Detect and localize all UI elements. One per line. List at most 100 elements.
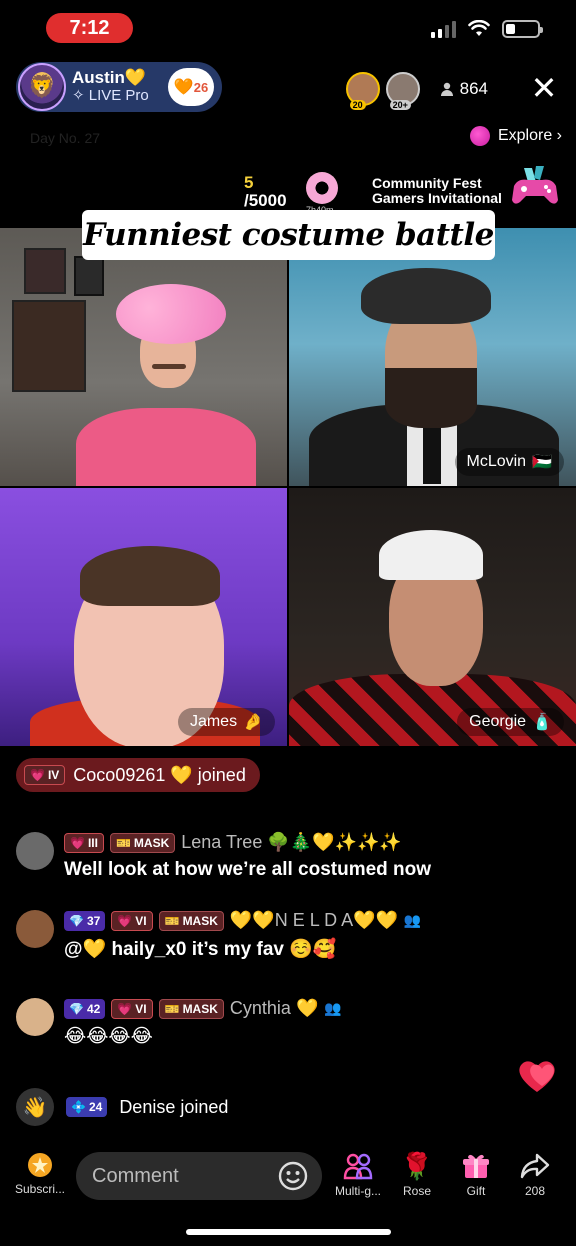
- white-cap: [379, 530, 483, 580]
- fest-line2: Gamers Invitational: [372, 189, 502, 206]
- gamepad-icon[interactable]: [510, 164, 560, 210]
- fan-level-badge: 💗 III: [64, 832, 104, 853]
- chat-message[interactable]: 💎 42 💗 VI 🎫 MASK Cynthia 💛 👥 😂😂😂😂: [16, 998, 556, 1048]
- fest-line1: Community Fest: [372, 175, 482, 191]
- status-icons: [431, 20, 543, 38]
- multi-guest-icon: [343, 1153, 373, 1180]
- battery-icon: [502, 20, 543, 38]
- heart-icon: 💗: [117, 1001, 133, 1016]
- viewer-list[interactable]: 20 20+ 864: [345, 72, 488, 110]
- battle-title: Funniest costume battle: [82, 210, 495, 260]
- follow-icon[interactable]: 👥: [404, 912, 421, 929]
- heart-count: 26: [193, 79, 209, 95]
- mask-badge: 🎫 MASK: [158, 998, 224, 1019]
- gem-icon: 💠: [71, 1100, 86, 1114]
- chat-message[interactable]: 💎 37 💗 VI 🎫 MASK 💛💛N E L D A💛💛 👥 @💛 haily_x…: [16, 910, 556, 961]
- day-label: Day No. 27: [30, 130, 101, 146]
- gem-icon: 💎: [69, 913, 84, 928]
- fan-level-badge: 💗 VI: [111, 998, 153, 1019]
- chat-message[interactable]: 💗 III 🎫 MASK Lena Tree 🌳🎄💛✨✨✨ Well look at…: [16, 832, 556, 881]
- joined-text: Denise joined: [119, 1096, 229, 1117]
- heart-icon: 💗: [117, 913, 133, 928]
- viewer-level-badge: 20+: [389, 100, 411, 110]
- gem-level-badge: 💎 37: [64, 910, 106, 931]
- bottom-action-bar: Subscri... Comment Multi-g... 🌹 Rose Gif…: [0, 1148, 576, 1208]
- subscribe-button[interactable]: Subscri...: [12, 1152, 68, 1196]
- goal-current: 5: [244, 173, 254, 192]
- heart-icon: 🧡: [173, 79, 194, 96]
- mask-icon: 🎫: [164, 913, 180, 928]
- participant-label[interactable]: James 🤌: [177, 708, 275, 736]
- top-viewer-avatar[interactable]: 20: [345, 72, 380, 110]
- heart-icon: 💗: [30, 768, 45, 782]
- mask-icon: 🎫: [115, 835, 131, 850]
- participant-label[interactable]: Georgie 🧴: [457, 708, 564, 736]
- host-name: Austin💛: [72, 68, 147, 88]
- mustache: [152, 364, 186, 369]
- video-tile-james[interactable]: James 🤌: [0, 488, 287, 746]
- goal-counter[interactable]: 5 /5000: [244, 174, 287, 210]
- poster-image: [24, 248, 66, 294]
- mask-badge: 🎫 MASK: [109, 832, 176, 853]
- signal-icon: [431, 20, 456, 38]
- commenter-avatar[interactable]: [16, 910, 54, 948]
- participant-flag-icon: 🇵🇸: [532, 454, 552, 471]
- viewer-level-badge: 20: [349, 100, 366, 110]
- message-text: @💛 haily_x0 it’s my fav ☺️🥰: [64, 939, 337, 960]
- share-count: 208: [524, 1184, 546, 1198]
- person-icon: [440, 82, 453, 96]
- subscribe-label: Subscri...: [14, 1182, 65, 1196]
- fan-level-badge: 💗 IV: [24, 765, 66, 785]
- host-heart-badge[interactable]: 🧡 26: [168, 68, 214, 106]
- heart-icon: 💗: [70, 835, 85, 850]
- viewer-count-value: 864: [459, 79, 488, 98]
- flat-cap: [361, 268, 491, 324]
- rose-label: Rose: [402, 1184, 431, 1198]
- message-text: Well look at how we’re all costumed now: [64, 859, 432, 880]
- goal-target: /5000: [244, 190, 287, 210]
- gem-level-badge: 💠 24: [66, 1097, 108, 1117]
- gift-button[interactable]: Gift: [448, 1152, 504, 1198]
- message-text: 😂😂😂😂: [64, 1026, 153, 1047]
- emoji-icon[interactable]: [278, 1161, 308, 1191]
- follow-icon[interactable]: 👥: [324, 1000, 341, 1017]
- gem-level-badge: 💎 42: [64, 998, 106, 1019]
- video-tile-georgie[interactable]: Georgie 🧴: [289, 488, 576, 746]
- gift-icon: [463, 1154, 489, 1178]
- star-icon: [28, 1153, 52, 1177]
- commenter-name[interactable]: Lena Tree 🌳🎄💛✨✨✨: [181, 832, 402, 853]
- donut-icon[interactable]: [306, 172, 338, 204]
- mask-badge: 🎫 MASK: [158, 910, 224, 931]
- hair: [80, 546, 220, 606]
- host-info[interactable]: 🦁 Austin💛 ✧ LIVE Pro 🧡 26: [16, 62, 222, 112]
- explore-button[interactable]: Explore ›: [469, 126, 562, 146]
- community-fest-banner[interactable]: Community Fest Gamers Invitational: [372, 176, 502, 205]
- rose-icon: 🌹: [400, 1151, 434, 1181]
- joined-notice: 👋 💠 24 Denise joined: [16, 1088, 228, 1126]
- share-button[interactable]: 208: [507, 1152, 563, 1198]
- comment-input[interactable]: Comment: [76, 1152, 322, 1200]
- close-icon[interactable]: ✕: [528, 72, 560, 104]
- commenter-avatar[interactable]: [16, 832, 54, 870]
- host-subtitle: ✧ LIVE Pro: [72, 87, 149, 105]
- video-tile-mclovin[interactable]: McLovin 🇵🇸: [289, 228, 576, 486]
- viewer-count[interactable]: 864: [440, 79, 488, 99]
- participant-flag-icon: 🧴: [532, 714, 552, 731]
- multi-guest-button[interactable]: Multi-g...: [330, 1152, 386, 1198]
- host-avatar[interactable]: 🦁: [18, 63, 66, 111]
- share-icon: [520, 1153, 550, 1179]
- video-tile-host[interactable]: [0, 228, 287, 486]
- commenter-avatar[interactable]: [16, 998, 54, 1036]
- top-viewer-avatar[interactable]: 20+: [385, 72, 420, 110]
- poster-image: [12, 300, 86, 392]
- commenter-name[interactable]: Cynthia 💛: [230, 998, 318, 1019]
- gift-label: Gift: [466, 1184, 486, 1198]
- wave-icon[interactable]: 👋: [16, 1088, 54, 1126]
- home-indicator[interactable]: [186, 1229, 391, 1235]
- video-grid: McLovin 🇵🇸 James 🤌 Georgie 🧴: [0, 228, 576, 748]
- poster-image: [74, 256, 104, 296]
- rose-gift-button[interactable]: 🌹 Rose: [389, 1152, 445, 1198]
- commenter-name[interactable]: 💛💛N E L D A💛💛: [230, 910, 398, 931]
- fan-level-badge: 💗 VI: [111, 910, 153, 931]
- participant-label[interactable]: McLovin 🇵🇸: [454, 448, 564, 476]
